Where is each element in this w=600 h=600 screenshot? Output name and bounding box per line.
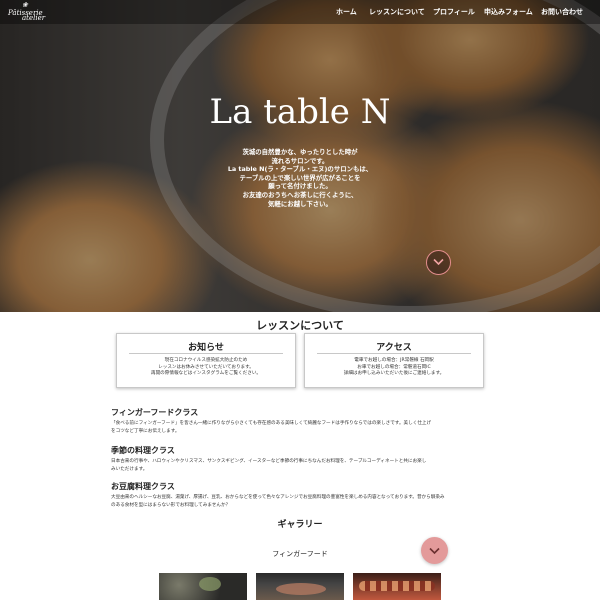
hero-title: La table N — [209, 92, 391, 132]
chevron-down-icon — [433, 258, 444, 266]
hero-line: お友達のおうちへお茶しに行くように、 — [242, 190, 358, 199]
gallery-photo[interactable] — [256, 573, 344, 600]
class-description: 日本古来の行事や、ハロウィンやクリスマス、サンクスギビング、イースターなど季節の… — [111, 458, 491, 475]
gallery-photo[interactable] — [159, 573, 247, 600]
class-description: 大豆由来のヘルシーなお豆腐、湯葉げ、厚揚げ、豆乳、おからなどを使って色々なアレン… — [111, 494, 491, 511]
nav-contact[interactable]: お問い合わせ — [541, 7, 583, 17]
hero-line: 願って名付けました。 — [268, 182, 332, 191]
nav-profile[interactable]: プロフィール — [433, 7, 475, 17]
class-line: 大豆由来のヘルシーなお豆腐、湯葉げ、厚揚げ、豆乳、おからなどを使って色々なアレン… — [111, 495, 445, 500]
access-card: アクセス 電車でお越しの場合：JR常磐線 石岡駅 お車でお越しの場合：常磐道石岡… — [304, 333, 484, 388]
page-scroll-button[interactable] — [421, 537, 448, 564]
top-navigation: ❀ Pâtisserie atelier ホーム レッスンについて プロフィール… — [0, 0, 600, 24]
hero-line: 流れるサロンです。 — [271, 156, 329, 165]
class-line: 「食べる前にフィンガーフード」を皆さん一緒に作りながら小さくても存在感のある美味… — [111, 421, 432, 426]
access-line: 電車でお越しの場合：JR常磐線 石岡駅 — [354, 358, 434, 363]
notice-card-title: お知らせ — [117, 340, 295, 354]
logo-mark-icon: ❀ — [22, 1, 28, 9]
site-logo[interactable]: ❀ Pâtisserie atelier — [8, 1, 52, 22]
class-title: フィンガーフードクラス — [111, 408, 199, 417]
nav-apply-form[interactable]: 申込みフォーム — [484, 7, 533, 17]
hero-description: 茨城の自然豊かな、ゆったりとした時が 流れるサロンです。 La table N(… — [220, 148, 380, 208]
class-description: 「食べる前にフィンガーフード」を皆さん一緒に作りながら小さくても存在感のある美味… — [111, 420, 491, 437]
hero-line: 茨城の自然豊かな、ゆったりとした時が — [242, 148, 358, 156]
class-line: をコツなど丁寧にお伝えします。 — [111, 429, 180, 435]
class-line: みいただけます。 — [111, 467, 148, 473]
gallery-photo[interactable] — [353, 573, 441, 600]
notice-line: 再開の際情報などはインスタグラムをご覧ください。 — [150, 371, 262, 377]
class-line: のある食材を型にはまらない形でお料理してみませんか？ — [111, 503, 231, 509]
class-line: 日本古来の行事や、ハロウィンやクリスマス、サンクスギビング、イースターなど季節の… — [111, 459, 427, 464]
access-line: 詳細はお申し込みいただいた後にご連絡します。 — [343, 371, 445, 377]
scroll-down-button[interactable] — [426, 250, 451, 275]
gallery-subtitle: フィンガーフード — [272, 550, 328, 558]
access-card-title: アクセス — [305, 340, 483, 354]
nav-lesson[interactable]: レッスンについて — [369, 7, 425, 17]
gallery-title: ギャラリー — [277, 520, 323, 530]
notice-line: 現在コロナウイルス感染拡大防止のため — [164, 358, 248, 363]
nav-home[interactable]: ホーム — [336, 7, 357, 17]
hero-line: La table N(ラ・ターブル・エヌ)のサロンもは、 — [227, 165, 373, 174]
class-title: お豆腐料理クラス — [111, 482, 175, 491]
class-title: 季節の料理クラス — [111, 446, 175, 455]
hero-line: 気軽にお越し下さい。 — [268, 199, 332, 208]
notice-card: お知らせ 現在コロナウイルス感染拡大防止のため レッスンはお休みさせていただいて… — [116, 333, 296, 388]
logo-line2: atelier — [22, 14, 46, 22]
chevron-down-icon — [429, 547, 440, 555]
lesson-section-title: レッスンについて — [256, 319, 344, 332]
